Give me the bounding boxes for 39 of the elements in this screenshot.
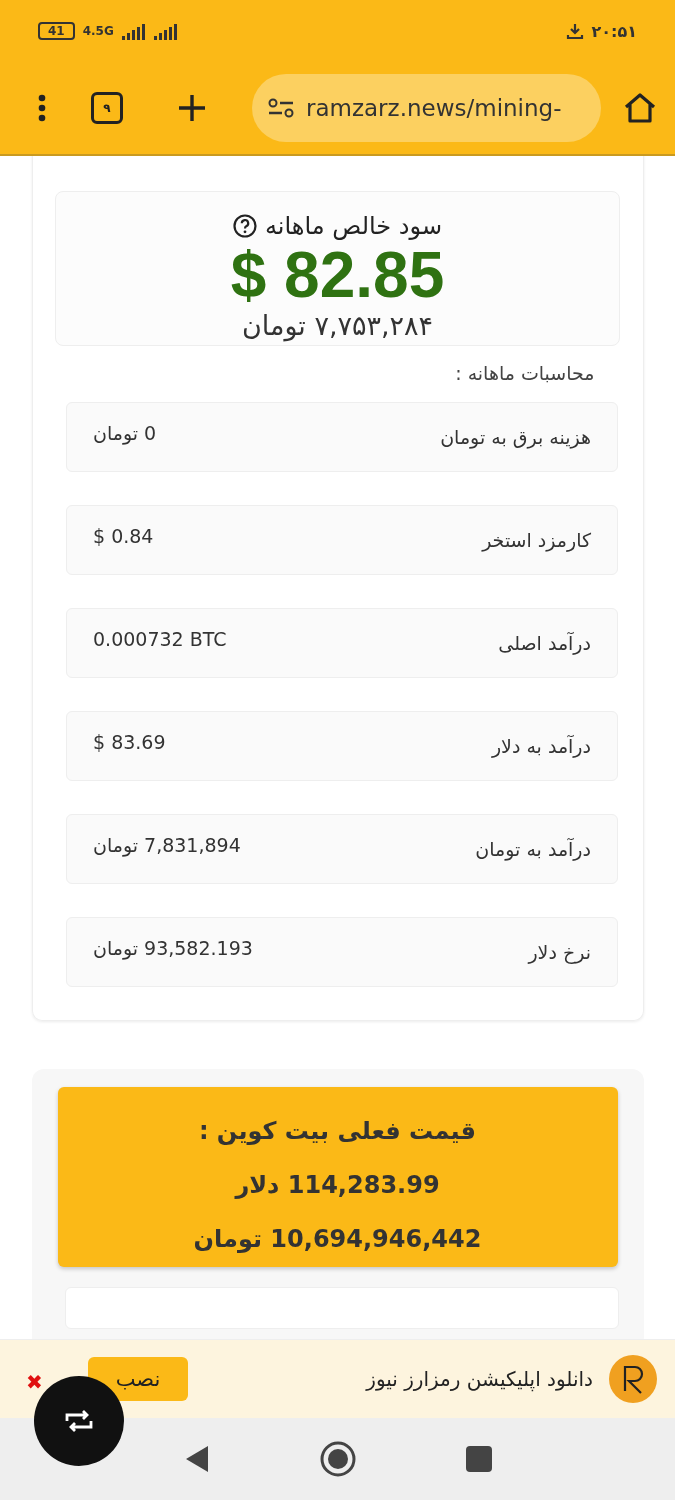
profit-title: سود خالص ماهانه bbox=[265, 212, 442, 240]
row-label: درآمد به تومان bbox=[475, 838, 591, 861]
row-value: 0 تومان bbox=[93, 422, 157, 445]
close-icon[interactable]: ✖ bbox=[26, 1372, 43, 1392]
row-label: کارمزد استخر bbox=[482, 529, 591, 552]
app-logo bbox=[609, 1355, 657, 1403]
home-button-icon[interactable] bbox=[319, 1441, 356, 1477]
profit-usd: $ 82.85 bbox=[230, 240, 445, 311]
help-icon[interactable] bbox=[233, 214, 257, 238]
install-button[interactable]: نصب bbox=[88, 1357, 188, 1401]
clock-time: ۲۰:۵۱ bbox=[591, 21, 637, 41]
signal-icon bbox=[121, 22, 180, 40]
row-value: 0.000732 BTC bbox=[93, 628, 227, 651]
price-usd: 114,283.99 دلار bbox=[235, 1171, 440, 1200]
profit-toman: ۷,۷۵۳,۲۸۴ تومان bbox=[241, 310, 434, 342]
row-label: درآمد به دلار bbox=[491, 735, 591, 758]
site-settings-icon[interactable] bbox=[268, 98, 294, 118]
plus-icon[interactable] bbox=[178, 94, 206, 122]
row-label: درآمد اصلی bbox=[498, 632, 591, 655]
row-value: $ 83.69 bbox=[93, 731, 166, 754]
download-icon bbox=[565, 22, 584, 40]
address-bar[interactable]: ramzarz.news/mining- bbox=[252, 74, 601, 142]
row-label: هزینه برق به تومان bbox=[440, 426, 591, 449]
home-icon[interactable] bbox=[623, 92, 657, 124]
row-value: 7,831,894 تومان bbox=[93, 834, 241, 857]
recents-icon[interactable] bbox=[465, 1446, 492, 1472]
section-label: محاسبات ماهانه : bbox=[455, 362, 595, 385]
network-type: 4.5G bbox=[82, 24, 114, 38]
price-title: قیمت فعلی بیت کوین : bbox=[198, 1117, 477, 1146]
repeat-icon bbox=[64, 1409, 94, 1433]
row-label: نرخ دلار bbox=[528, 941, 591, 964]
price-toman: 10,694,946,442 تومان bbox=[193, 1225, 482, 1254]
tab-switcher[interactable]: ۹ bbox=[91, 92, 123, 124]
row-value: $ 0.84 bbox=[93, 525, 154, 548]
url-text: ramzarz.news/mining- bbox=[306, 95, 562, 121]
banner-text: دانلود اپلیکیشن رمزارز نیوز bbox=[364, 1367, 593, 1391]
row-value: 93,582.193 تومان bbox=[93, 937, 253, 960]
menu-icon[interactable] bbox=[37, 94, 47, 122]
battery-level: 41 bbox=[38, 22, 75, 40]
